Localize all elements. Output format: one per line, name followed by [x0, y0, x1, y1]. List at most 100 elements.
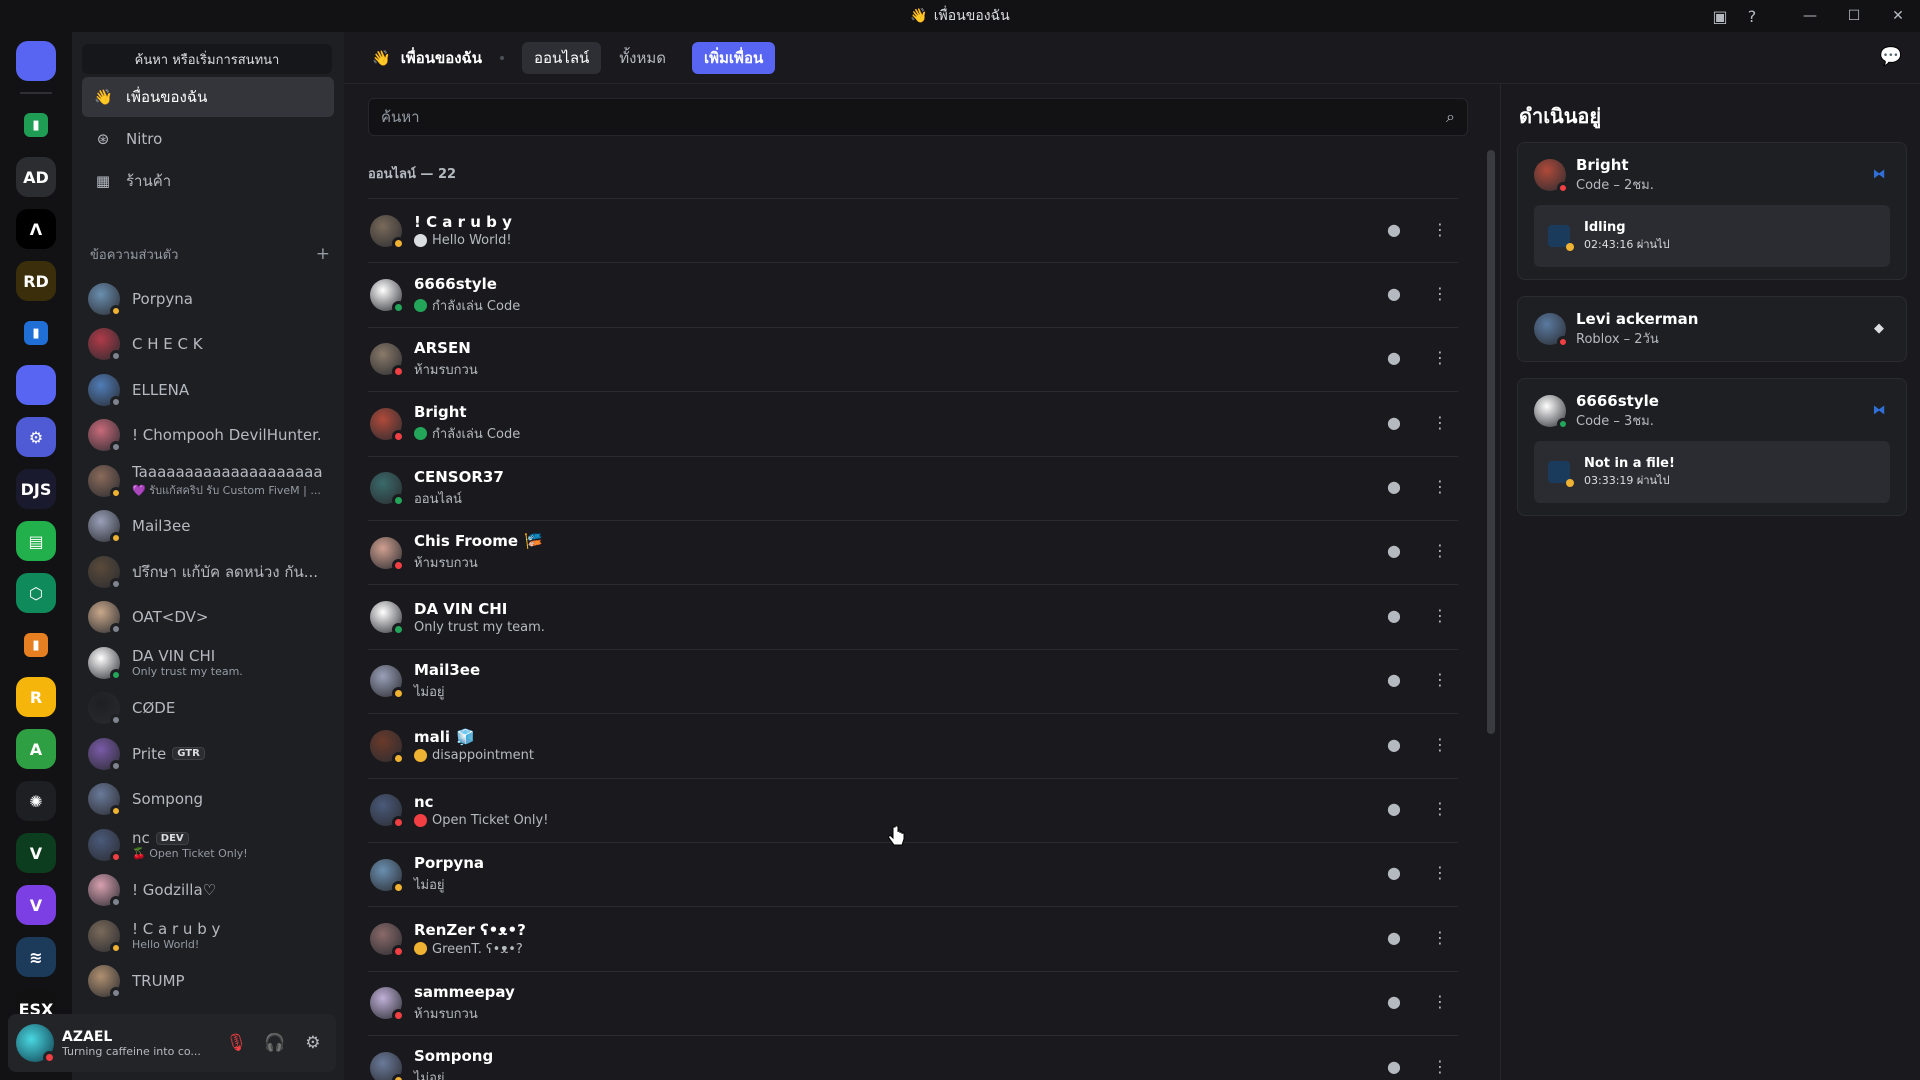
more-options-icon[interactable]: ⋮: [1422, 404, 1458, 440]
maximize-button[interactable]: ☐: [1832, 0, 1876, 32]
folder-blue-icon[interactable]: ▮: [24, 321, 48, 345]
add-friend-button[interactable]: เพิ่มเพื่อน: [692, 41, 776, 74]
help-icon[interactable]: ?: [1736, 0, 1768, 32]
new-group-dm-icon[interactable]: 💬: [1880, 46, 1902, 67]
v-server-icon[interactable]: V: [16, 833, 56, 873]
more-options-icon[interactable]: ⋮: [1422, 340, 1458, 376]
friend-row[interactable]: sammeepay ห้ามรบกวน ● ⋮: [368, 970, 1458, 1035]
dm-item[interactable]: Porpyna: [82, 276, 334, 322]
friend-row[interactable]: nc Open Ticket Only! ● ⋮: [368, 777, 1458, 842]
friend-row[interactable]: DA VIN CHI Only trust my team. ● ⋮: [368, 584, 1458, 648]
vite-server-icon[interactable]: V: [16, 885, 56, 925]
more-options-icon[interactable]: ⋮: [1422, 984, 1458, 1020]
more-options-icon[interactable]: ⋮: [1422, 597, 1458, 633]
message-icon[interactable]: ●: [1376, 469, 1412, 505]
activity-card[interactable]: Bright Code – 2ชม. ⧓ Idling 02:43:16 ผ่านไป: [1517, 142, 1907, 280]
folder-green-icon[interactable]: ▮: [24, 113, 48, 137]
atom-server-icon[interactable]: ✺: [16, 781, 56, 821]
more-options-icon[interactable]: ⋮: [1422, 469, 1458, 505]
dm-item[interactable]: Prite GTR: [82, 731, 334, 777]
friend-row[interactable]: Bright กำลังเล่น Code ● ⋮: [368, 391, 1458, 455]
message-icon[interactable]: ●: [1376, 855, 1412, 891]
more-options-icon[interactable]: ⋮: [1422, 726, 1458, 762]
sidebar-item-friends[interactable]: 👋 เพื่อนของฉัน: [82, 77, 334, 117]
dm-item[interactable]: C H E C K: [82, 322, 334, 368]
dm-item[interactable]: OAT<DV>: [82, 595, 334, 641]
search-input[interactable]: [381, 108, 1447, 126]
sidebar-item-shop[interactable]: ▦ ร้านค้า: [82, 161, 334, 201]
inbox-icon[interactable]: ▣: [1704, 0, 1736, 32]
dm-item[interactable]: DA VIN CHI Only trust my team.: [82, 640, 334, 686]
message-icon[interactable]: ●: [1376, 404, 1412, 440]
ad-server-icon[interactable]: AD: [16, 157, 56, 197]
message-icon[interactable]: ●: [1376, 919, 1412, 955]
friend-row[interactable]: Mail3ee ไม่อยู่ ● ⋮: [368, 648, 1458, 713]
more-options-icon[interactable]: ⋮: [1422, 533, 1458, 569]
ar-server-icon[interactable]: Ʌ: [16, 209, 56, 249]
scrollbar[interactable]: [1487, 150, 1495, 734]
folder-orange-icon[interactable]: ▮: [24, 633, 48, 657]
message-icon[interactable]: ●: [1376, 662, 1412, 698]
gear-icon[interactable]: ⚙: [298, 1027, 328, 1059]
djs-server-icon[interactable]: DJS: [16, 469, 56, 509]
more-options-icon[interactable]: ⋮: [1422, 275, 1458, 311]
headphones-icon[interactable]: 🎧: [260, 1027, 290, 1059]
minimize-button[interactable]: —: [1788, 0, 1832, 32]
dm-item[interactable]: ! Chompooh DevilHunter...: [82, 413, 334, 459]
friend-row[interactable]: RenZer ʕ•ᴥ•? GreenT. ʕ•ᴥ•? ● ⋮: [368, 906, 1458, 970]
message-icon[interactable]: ●: [1376, 1048, 1412, 1080]
dm-item[interactable]: Sompong: [82, 777, 334, 823]
more-options-icon[interactable]: ⋮: [1422, 791, 1458, 827]
microphone-muted-icon[interactable]: 🎙: [221, 1027, 251, 1059]
discord-home-icon[interactable]: [16, 41, 56, 81]
friend-row[interactable]: ARSEN ห้ามรบกวน ● ⋮: [368, 326, 1458, 391]
find-conversation-button[interactable]: ค้นหา หรือเริ่มการสนทนา: [82, 44, 332, 74]
more-options-icon[interactable]: ⋮: [1422, 1048, 1458, 1080]
sidebar-item-nitro[interactable]: ⊛ Nitro: [82, 119, 334, 159]
message-icon[interactable]: ●: [1376, 791, 1412, 827]
create-dm-button[interactable]: +: [316, 244, 330, 264]
dm-item[interactable]: ELLENA: [82, 367, 334, 413]
user-info[interactable]: AZAEL Turning caffeine into co...: [62, 1029, 213, 1058]
more-options-icon[interactable]: ⋮: [1422, 855, 1458, 891]
friend-row[interactable]: Porpyna ไม่อยู่ ● ⋮: [368, 841, 1458, 906]
friend-row[interactable]: 6666style กำลังเล่น Code ● ⋮: [368, 262, 1458, 326]
more-options-icon[interactable]: ⋮: [1422, 662, 1458, 698]
dm-item[interactable]: Taaaaaaaaaaaaaaaaaaaa... 💜 รับแก้สคริป รั…: [82, 458, 334, 504]
bot-server-icon[interactable]: ⚙: [16, 417, 56, 457]
r-server-icon[interactable]: R: [16, 677, 56, 717]
close-button[interactable]: ✕: [1876, 0, 1920, 32]
friend-row[interactable]: Chis Froome 🎏 ห้ามรบกวน ● ⋮: [368, 519, 1458, 584]
friend-row[interactable]: mali 🧊 disappointment ● ⋮: [368, 713, 1458, 777]
wave-server-icon[interactable]: ≋: [16, 937, 56, 977]
message-icon[interactable]: ●: [1376, 211, 1412, 247]
message-icon[interactable]: ●: [1376, 533, 1412, 569]
friend-row[interactable]: Sompong ไม่อยู่ ● ⋮: [368, 1035, 1458, 1080]
rd-server-icon[interactable]: RD: [16, 261, 56, 301]
message-icon[interactable]: ●: [1376, 726, 1412, 762]
tab-all[interactable]: ทั้งหมด: [607, 42, 678, 74]
a-server-icon[interactable]: A: [16, 729, 56, 769]
activity-card[interactable]: 6666style Code – 3ชม. ⧓ Not in a file! 03:33…: [1517, 378, 1907, 516]
more-options-icon[interactable]: ⋮: [1422, 919, 1458, 955]
discord-server-icon[interactable]: [16, 365, 56, 405]
friend-row[interactable]: ! C a r u b y Hello World! ● ⋮: [368, 198, 1458, 262]
activity-card[interactable]: Levi ackerman Roblox – 2วัน ◆: [1517, 296, 1907, 362]
sheets-server-icon[interactable]: ▤: [16, 521, 56, 561]
dm-item[interactable]: ! Godzilla♡: [82, 868, 334, 914]
friend-row[interactable]: CENSOR37 ออนไลน์ ● ⋮: [368, 455, 1458, 520]
message-icon[interactable]: ●: [1376, 984, 1412, 1020]
message-icon[interactable]: ●: [1376, 275, 1412, 311]
avatar[interactable]: [16, 1024, 56, 1064]
dm-item[interactable]: Mail3ee: [82, 504, 334, 550]
dm-item[interactable]: TRUMP: [82, 959, 334, 1005]
hex-server-icon[interactable]: ⬡: [16, 573, 56, 613]
dm-item[interactable]: CØDE: [82, 686, 334, 732]
more-options-icon[interactable]: ⋮: [1422, 211, 1458, 247]
tab-online[interactable]: ออนไลน์: [522, 41, 602, 74]
dm-item[interactable]: ปรึกษา แก้บัค ลดหน่วง กัน...: [82, 549, 334, 595]
message-icon[interactable]: ●: [1376, 597, 1412, 633]
dm-item[interactable]: nc DEV 🍒 Open Ticket Only!: [82, 822, 334, 868]
dm-item[interactable]: ! C a r u b y Hello World!: [82, 913, 334, 959]
message-icon[interactable]: ●: [1376, 340, 1412, 376]
